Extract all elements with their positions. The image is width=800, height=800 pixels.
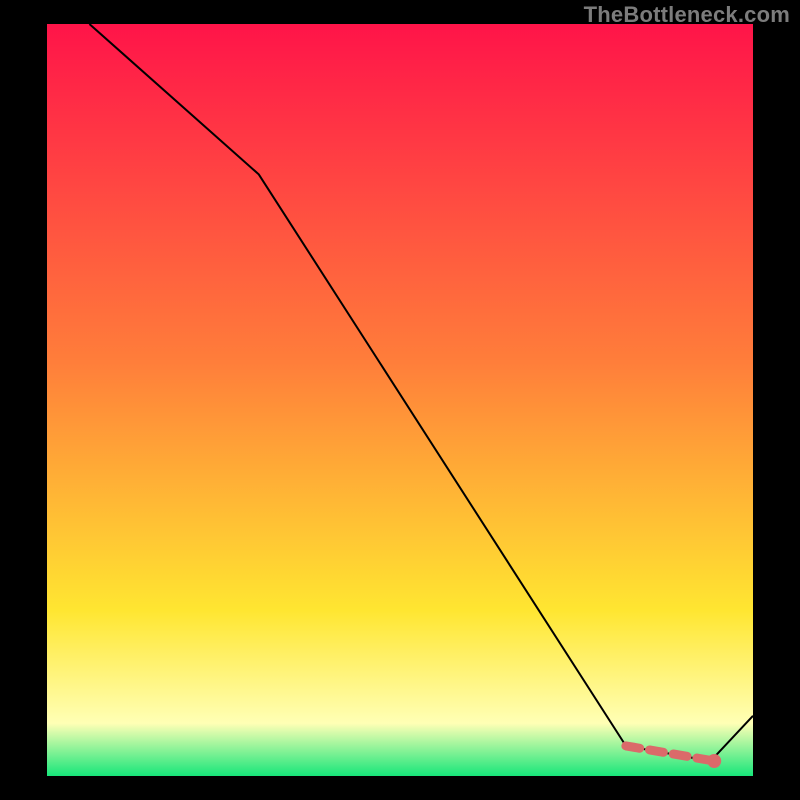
optimal-point-marker bbox=[707, 754, 721, 768]
chart-svg bbox=[0, 0, 800, 800]
plot-gradient-area bbox=[47, 24, 753, 776]
chart-stage: TheBottleneck.com bbox=[0, 0, 800, 800]
